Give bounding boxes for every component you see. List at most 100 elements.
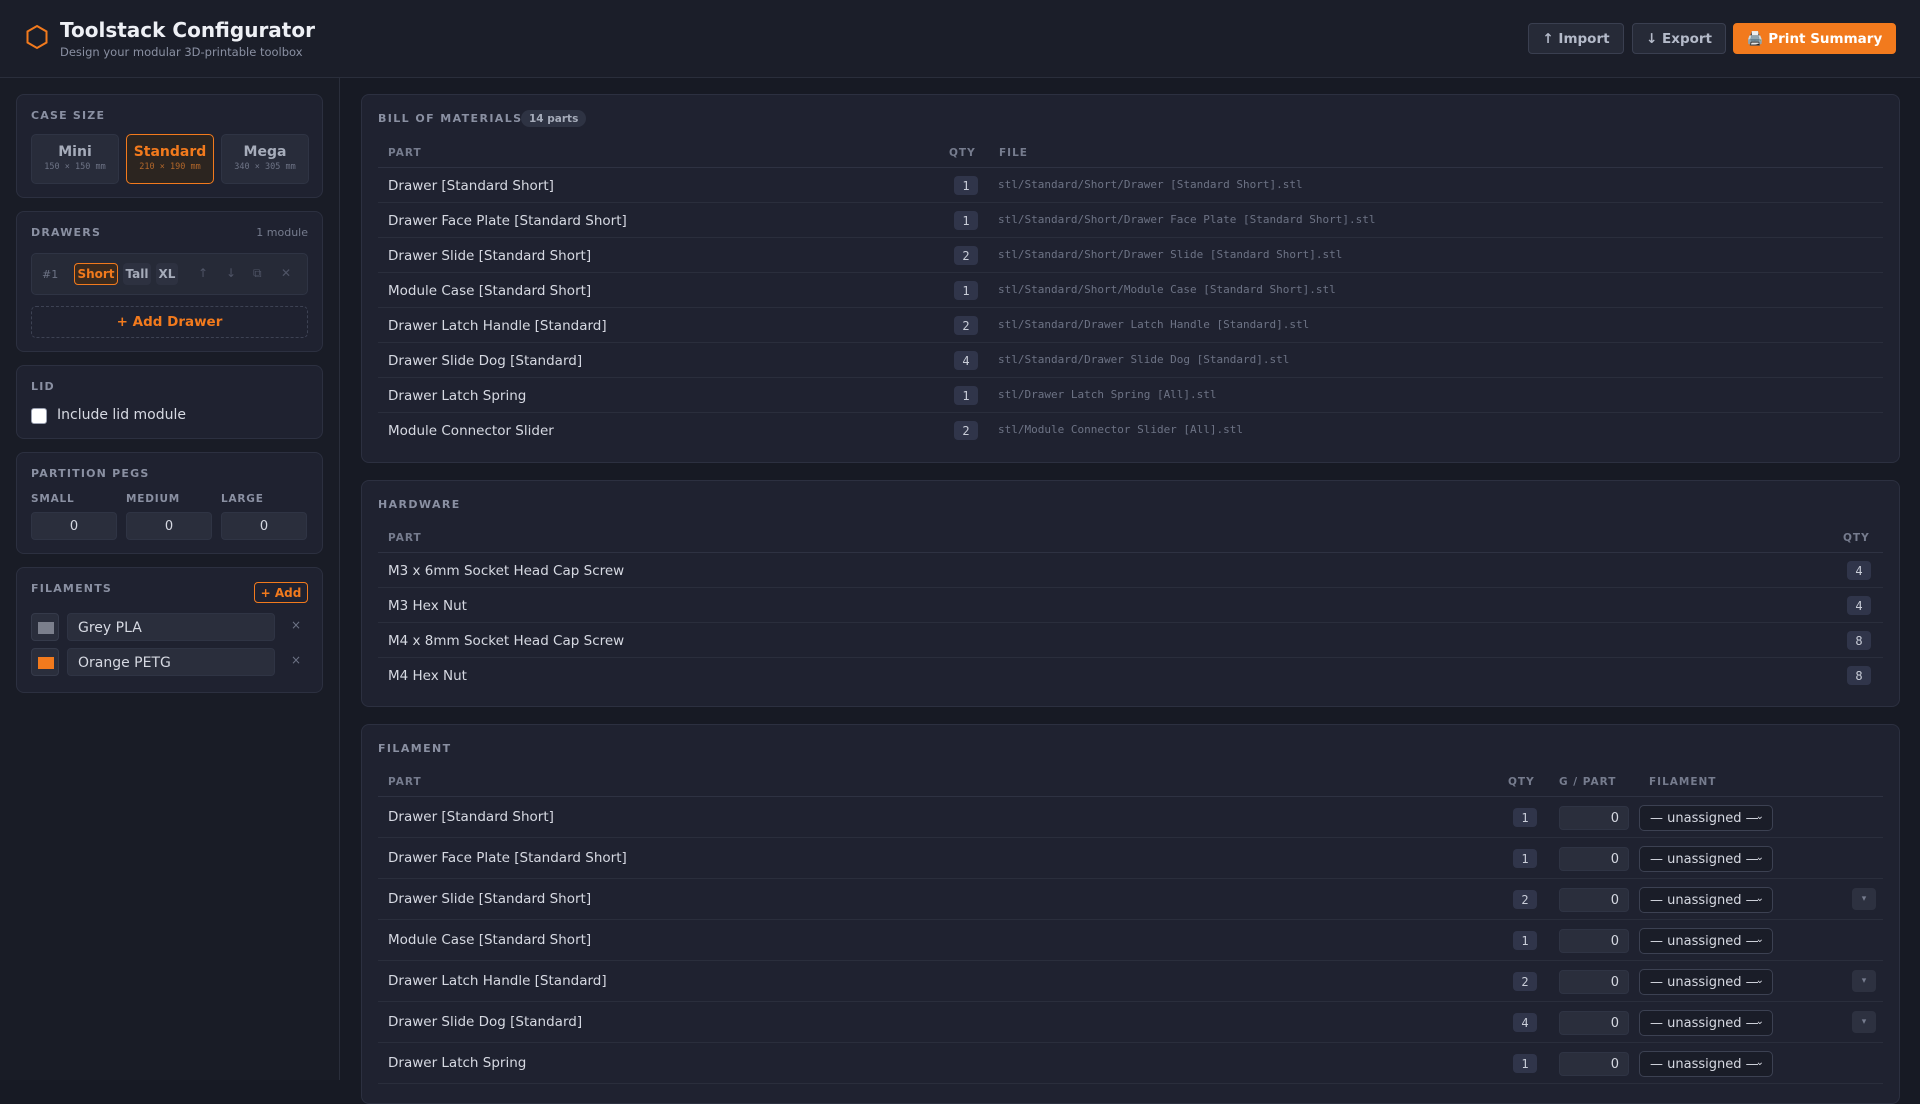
qty-badge: 1 xyxy=(1513,808,1537,827)
grams-per-part-input[interactable]: 0 xyxy=(1559,929,1629,953)
height-tall-chip[interactable]: Tall xyxy=(123,263,151,285)
part-name: Module Connector Slider xyxy=(388,423,554,439)
drawer-count: 1 module xyxy=(256,226,308,239)
filament-select[interactable]: — unassigned — ⌄ xyxy=(1639,1010,1773,1036)
grams-per-part-input[interactable]: 0 xyxy=(1559,1052,1629,1076)
case-size-dims: 210 × 190 mm xyxy=(139,162,201,172)
part-name: M3 x 6mm Socket Head Cap Screw xyxy=(388,563,625,579)
file-path: stl/Standard/Short/Drawer Face Plate [St… xyxy=(998,213,1376,226)
case-size-name: Mega xyxy=(243,144,287,160)
filament-select-value: — unassigned — xyxy=(1650,934,1759,949)
filament-select[interactable]: — unassigned — ⌄ xyxy=(1639,887,1773,913)
lid-panel: LID Include lid module xyxy=(16,365,323,439)
bom-col-qty: QTY xyxy=(949,147,976,159)
case-size-standard[interactable]: Standard 210 × 190 mm xyxy=(126,134,214,184)
chevron-down-icon: ⌄ xyxy=(1755,1016,1764,1027)
bom-title: BILL OF MATERIALS xyxy=(378,112,523,125)
parts-count-badge: 14 parts xyxy=(521,110,587,127)
table-row: Drawer Slide [Standard Short] 2 0 — unas… xyxy=(378,879,1883,920)
large-peg-input[interactable]: 0 xyxy=(221,512,307,540)
small-peg-input[interactable]: 0 xyxy=(31,512,117,540)
part-name: Drawer [Standard Short] xyxy=(388,178,554,194)
case-size-panel: CASE SIZE Mini 150 × 150 mm Standard 210… xyxy=(16,94,323,198)
color-picker[interactable] xyxy=(31,613,59,641)
expand-row-icon[interactable]: ▾ xyxy=(1852,970,1876,992)
grams-per-part-input[interactable]: 0 xyxy=(1559,970,1629,994)
part-name: M4 x 8mm Socket Head Cap Screw xyxy=(388,633,625,649)
add-drawer-button[interactable]: + Add Drawer xyxy=(31,306,308,338)
filaments-panel: FILAMENTS + Add Grey PLA × Orange PETG × xyxy=(16,567,323,693)
table-row: Module Connector Slider 2 stl/Module Con… xyxy=(378,413,1883,448)
partition-pegs-title: PARTITION PEGS xyxy=(31,467,150,480)
part-name: Drawer Face Plate [Standard Short] xyxy=(388,850,627,866)
file-path: stl/Module Connector Slider [All].stl xyxy=(998,423,1244,436)
remove-filament-icon[interactable]: × xyxy=(291,653,301,667)
filament-name-input[interactable]: Grey PLA xyxy=(67,613,275,641)
add-filament-button[interactable]: + Add xyxy=(254,582,308,603)
grams-per-part-input[interactable]: 0 xyxy=(1559,847,1629,871)
close-icon[interactable]: ✕ xyxy=(281,266,291,280)
part-name: Module Case [Standard Short] xyxy=(388,932,592,948)
color-swatch xyxy=(38,622,54,634)
expand-row-icon[interactable]: ▾ xyxy=(1852,1011,1876,1033)
filament-name-input[interactable]: Orange PETG xyxy=(67,648,275,676)
expand-row-icon[interactable]: ▾ xyxy=(1852,888,1876,910)
table-row: Drawer Face Plate [Standard Short] 1 0 —… xyxy=(378,838,1883,879)
small-peg-label: SMALL xyxy=(31,493,75,505)
qty-badge: 2 xyxy=(1513,972,1537,991)
include-lid-label[interactable]: Include lid module xyxy=(57,407,186,423)
part-name: M4 Hex Nut xyxy=(388,668,467,684)
filament-card: FILAMENT PART QTY G / PART FILAMENT Draw… xyxy=(361,724,1900,1104)
filament-select[interactable]: — unassigned — ⌄ xyxy=(1639,928,1773,954)
part-name: Drawer Latch Handle [Standard] xyxy=(388,318,607,334)
case-size-mini[interactable]: Mini 150 × 150 mm xyxy=(31,134,119,184)
part-name: Drawer Slide Dog [Standard] xyxy=(388,1014,583,1030)
arrow-up-icon[interactable]: ↑ xyxy=(198,266,208,280)
qty-badge: 8 xyxy=(1847,631,1871,650)
medium-peg-input[interactable]: 0 xyxy=(126,512,212,540)
filament-select-value: — unassigned — xyxy=(1650,1016,1759,1031)
part-name: Drawer Face Plate [Standard Short] xyxy=(388,213,627,229)
filament-select[interactable]: — unassigned — ⌄ xyxy=(1639,846,1773,872)
qty-badge: 4 xyxy=(1513,1013,1537,1032)
filament-select-value: — unassigned — xyxy=(1650,893,1759,908)
bom-col-part: PART xyxy=(388,147,422,159)
table-row: M3 Hex Nut 4 xyxy=(378,588,1883,623)
case-size-title: CASE SIZE xyxy=(31,109,106,122)
export-button[interactable]: ↓ Export xyxy=(1632,23,1726,54)
hardware-card: HARDWARE PART QTY M3 x 6mm Socket Head C… xyxy=(361,480,1900,707)
bom-col-file: FILE xyxy=(999,147,1028,159)
grams-per-part-input[interactable]: 0 xyxy=(1559,888,1629,912)
table-row: Drawer [Standard Short] 1 0 — unassigned… xyxy=(378,797,1883,838)
color-picker[interactable] xyxy=(31,648,59,676)
arrow-down-icon[interactable]: ↓ xyxy=(226,266,236,280)
grams-per-part-input[interactable]: 0 xyxy=(1559,806,1629,830)
duplicate-icon[interactable]: ⧉ xyxy=(253,266,262,281)
import-button[interactable]: ↑ Import xyxy=(1528,23,1624,54)
hardware-col-qty: QTY xyxy=(1843,532,1870,544)
file-path: stl/Standard/Drawer Latch Handle [Standa… xyxy=(998,318,1310,331)
print-summary-button[interactable]: 🖨️ Print Summary xyxy=(1733,23,1896,54)
filament-select-value: — unassigned — xyxy=(1650,852,1759,867)
grams-per-part-input[interactable]: 0 xyxy=(1559,1011,1629,1035)
height-xl-chip[interactable]: XL xyxy=(156,263,178,285)
drawers-panel: DRAWERS 1 module #1 Short Tall XL ↑ ↓ ⧉ … xyxy=(16,211,323,352)
qty-badge: 2 xyxy=(954,421,978,440)
filament-select[interactable]: — unassigned — ⌄ xyxy=(1639,969,1773,995)
chevron-down-icon: ⌄ xyxy=(1755,1057,1764,1068)
include-lid-checkbox[interactable] xyxy=(31,408,47,424)
drawer-row: #1 Short Tall XL ↑ ↓ ⧉ ✕ xyxy=(31,253,308,295)
sidebar: CASE SIZE Mini 150 × 150 mm Standard 210… xyxy=(0,78,340,1080)
filament-select[interactable]: — unassigned — ⌄ xyxy=(1639,805,1773,831)
remove-filament-icon[interactable]: × xyxy=(291,618,301,632)
qty-badge: 1 xyxy=(954,281,978,300)
part-name: Drawer Slide [Standard Short] xyxy=(388,248,592,264)
case-size-mega[interactable]: Mega 340 × 305 mm xyxy=(221,134,309,184)
qty-badge: 2 xyxy=(1513,890,1537,909)
table-row: Drawer Latch Handle [Standard] 2 stl/Sta… xyxy=(378,308,1883,343)
height-short-chip[interactable]: Short xyxy=(74,263,118,285)
qty-badge: 1 xyxy=(1513,1054,1537,1073)
filament-select[interactable]: — unassigned — ⌄ xyxy=(1639,1051,1773,1077)
part-name: Drawer Latch Spring xyxy=(388,388,527,404)
chevron-down-icon: ⌄ xyxy=(1755,934,1764,945)
